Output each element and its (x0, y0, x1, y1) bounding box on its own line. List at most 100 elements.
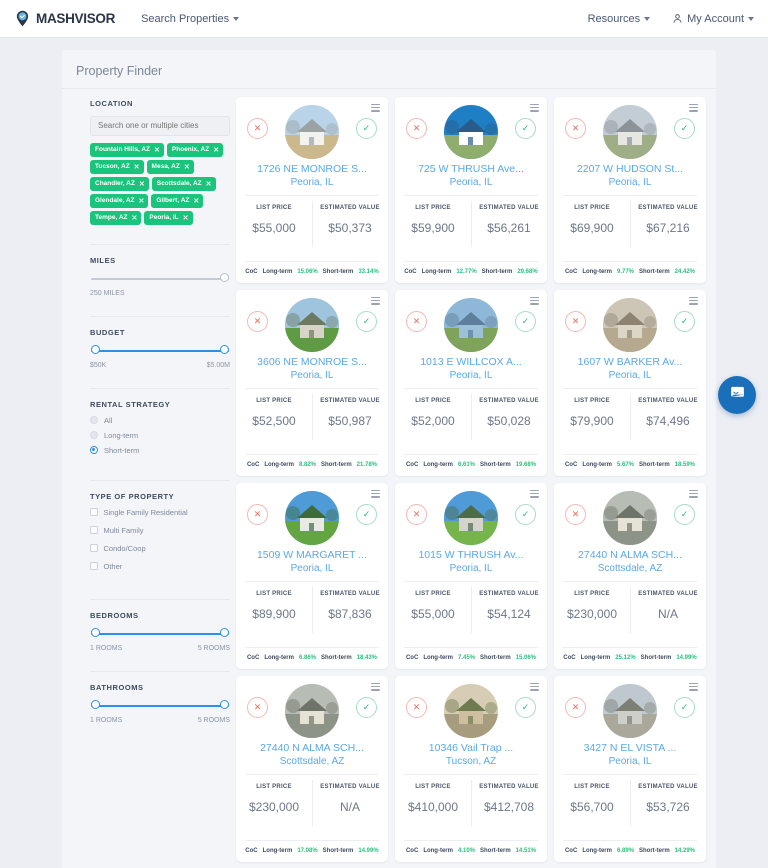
remove-tag-icon[interactable]: ✕ (132, 214, 138, 222)
property-type-option[interactable]: Multi Family (90, 526, 230, 535)
remove-tag-icon[interactable]: ✕ (213, 146, 219, 154)
bedrooms-slider-knob-min[interactable] (91, 628, 100, 637)
reject-property-button[interactable]: ✕ (406, 504, 427, 525)
property-card[interactable]: ✕ ✓ 1607 W BARKER Av... Peoria, IL LIST … (554, 290, 706, 476)
property-card[interactable]: ✕ ✓ 1013 E WILLCOX A... Peoria, IL LIST … (395, 290, 547, 476)
budget-slider-knob-min[interactable] (91, 345, 100, 354)
city-tag[interactable]: Fountain Hills, AZ✕ (90, 143, 164, 157)
remove-tag-icon[interactable]: ✕ (154, 146, 160, 154)
card-menu-icon[interactable] (371, 104, 380, 114)
card-menu-icon[interactable] (689, 490, 698, 500)
accept-property-button[interactable]: ✓ (515, 697, 536, 718)
city-tag[interactable]: Phoenix, AZ✕ (167, 143, 223, 157)
accept-property-button[interactable]: ✓ (356, 504, 377, 525)
reject-property-button[interactable]: ✕ (247, 311, 268, 332)
reject-property-button[interactable]: ✕ (565, 118, 586, 139)
reject-property-button[interactable]: ✕ (406, 697, 427, 718)
card-menu-icon[interactable] (530, 297, 539, 307)
card-menu-icon[interactable] (530, 490, 539, 500)
accept-property-button[interactable]: ✓ (674, 697, 695, 718)
nav-search-properties[interactable]: Search Properties (141, 13, 239, 25)
accept-property-button[interactable]: ✓ (515, 118, 536, 139)
bathrooms-slider-knob-min[interactable] (91, 700, 100, 709)
checkbox[interactable] (90, 562, 98, 570)
property-type-option[interactable]: Other (90, 562, 230, 571)
chat-widget-button[interactable] (718, 376, 756, 414)
radio-button[interactable] (90, 446, 98, 454)
remove-tag-icon[interactable]: ✕ (193, 197, 199, 205)
property-card[interactable]: ✕ ✓ 27440 N ALMA SCH... Scottsdale, AZ L… (554, 483, 706, 669)
city-tag[interactable]: Mesa, AZ✕ (147, 160, 194, 174)
remove-tag-icon[interactable]: ✕ (184, 163, 190, 171)
miles-slider-knob[interactable] (220, 273, 229, 282)
property-card[interactable]: ✕ ✓ 725 W THRUSH Ave... Peoria, IL LIST … (395, 97, 547, 283)
checkbox[interactable] (90, 508, 98, 516)
property-address[interactable]: 27440 N ALMA SCH... (554, 549, 706, 561)
brand-logo[interactable]: MASHVISOR (14, 10, 115, 27)
property-address[interactable]: 1509 W MARGARET ... (236, 549, 388, 561)
accept-property-button[interactable]: ✓ (356, 118, 377, 139)
city-tag[interactable]: Chandler, AZ✕ (90, 177, 149, 191)
property-card[interactable]: ✕ ✓ 2207 W HUDSON St... Peoria, IL LIST … (554, 97, 706, 283)
property-address[interactable]: 725 W THRUSH Ave... (395, 163, 547, 175)
accept-property-button[interactable]: ✓ (674, 118, 695, 139)
nav-resources[interactable]: Resources (588, 13, 651, 25)
property-type-option[interactable]: Condo/Coop (90, 544, 230, 553)
bathrooms-slider[interactable] (91, 699, 229, 713)
remove-tag-icon[interactable]: ✕ (183, 214, 189, 222)
property-address[interactable]: 27440 N ALMA SCH... (236, 742, 388, 754)
property-address[interactable]: 1013 E WILLCOX A... (395, 356, 547, 368)
reject-property-button[interactable]: ✕ (565, 504, 586, 525)
checkbox[interactable] (90, 526, 98, 534)
property-card[interactable]: ✕ ✓ 1015 W THRUSH Av... Peoria, IL LIST … (395, 483, 547, 669)
accept-property-button[interactable]: ✓ (674, 311, 695, 332)
bedrooms-slider-knob-max[interactable] (220, 628, 229, 637)
property-card[interactable]: ✕ ✓ 3427 N EL VISTA ... Peoria, IL LIST … (554, 676, 706, 862)
card-menu-icon[interactable] (689, 683, 698, 693)
reject-property-button[interactable]: ✕ (565, 311, 586, 332)
accept-property-button[interactable]: ✓ (356, 697, 377, 718)
city-tag[interactable]: Tempe, AZ✕ (90, 211, 141, 225)
remove-tag-icon[interactable]: ✕ (134, 163, 140, 171)
accept-property-button[interactable]: ✓ (356, 311, 377, 332)
property-address[interactable]: 10346 Vail Trap ... (395, 742, 547, 754)
property-address[interactable]: 1015 W THRUSH Av... (395, 549, 547, 561)
card-menu-icon[interactable] (530, 104, 539, 114)
budget-slider-knob-max[interactable] (220, 345, 229, 354)
card-menu-icon[interactable] (371, 683, 380, 693)
card-menu-icon[interactable] (689, 104, 698, 114)
property-card[interactable]: ✕ ✓ 1726 NE MONROE S... Peoria, IL LIST … (236, 97, 388, 283)
radio-button[interactable] (90, 416, 98, 424)
remove-tag-icon[interactable]: ✕ (139, 180, 145, 188)
remove-tag-icon[interactable]: ✕ (206, 180, 212, 188)
reject-property-button[interactable]: ✕ (247, 118, 268, 139)
property-card[interactable]: ✕ ✓ 3606 NE MONROE S... Peoria, IL LIST … (236, 290, 388, 476)
city-tag[interactable]: Gilbert, AZ✕ (151, 194, 203, 208)
accept-property-button[interactable]: ✓ (515, 311, 536, 332)
city-tag[interactable]: Scottsdale, AZ✕ (152, 177, 216, 191)
city-tag[interactable]: Tucson, AZ✕ (90, 160, 144, 174)
property-address[interactable]: 1726 NE MONROE S... (236, 163, 388, 175)
card-menu-icon[interactable] (371, 490, 380, 500)
property-address[interactable]: 2207 W HUDSON St... (554, 163, 706, 175)
property-card[interactable]: ✕ ✓ 27440 N ALMA SCH... Scottsdale, AZ L… (236, 676, 388, 862)
rental-strategy-option[interactable]: All (90, 416, 230, 425)
reject-property-button[interactable]: ✕ (406, 311, 427, 332)
rental-strategy-option[interactable]: Short-term (90, 446, 230, 455)
nav-my-account[interactable]: My Account (672, 13, 754, 25)
bedrooms-slider[interactable] (91, 627, 229, 641)
miles-slider[interactable] (91, 272, 229, 286)
reject-property-button[interactable]: ✕ (247, 504, 268, 525)
remove-tag-icon[interactable]: ✕ (139, 197, 145, 205)
budget-slider[interactable] (91, 344, 229, 358)
checkbox[interactable] (90, 544, 98, 552)
city-tag[interactable]: Glendale, AZ✕ (90, 194, 148, 208)
property-address[interactable]: 1607 W BARKER Av... (554, 356, 706, 368)
card-menu-icon[interactable] (530, 683, 539, 693)
property-card[interactable]: ✕ ✓ 10346 Vail Trap ... Tucson, AZ LIST … (395, 676, 547, 862)
property-address[interactable]: 3427 N EL VISTA ... (554, 742, 706, 754)
reject-property-button[interactable]: ✕ (565, 697, 586, 718)
city-tag[interactable]: Peoria, IL✕ (144, 211, 192, 225)
reject-property-button[interactable]: ✕ (406, 118, 427, 139)
city-search-input[interactable] (90, 116, 230, 136)
